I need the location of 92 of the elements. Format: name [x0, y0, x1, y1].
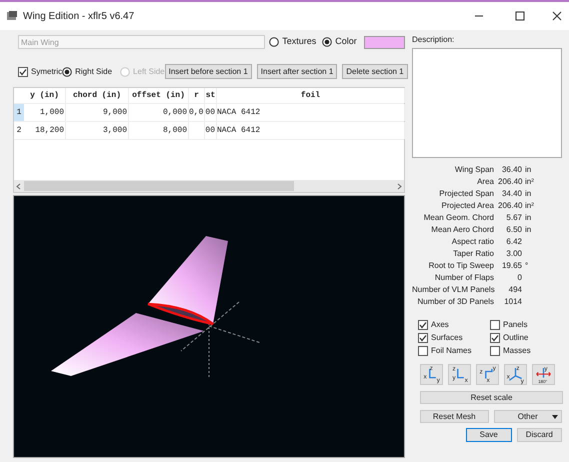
- radio-label: Right Side: [75, 66, 112, 78]
- other-label: Other: [518, 410, 538, 422]
- close-icon[interactable]: [552, 11, 562, 21]
- stat-label: Mean Geom. Chord: [422, 212, 495, 224]
- column-header[interactable]: chord (in): [66, 88, 129, 103]
- checkbox-label: Axes: [431, 320, 449, 330]
- checkbox[interactable]: [418, 346, 428, 356]
- stat-value: 206.40: [498, 176, 522, 188]
- reset-mesh-button[interactable]: Reset Mesh: [420, 410, 488, 423]
- checkbox[interactable]: [490, 346, 500, 356]
- scroll-right-icon[interactable]: [397, 182, 402, 190]
- stat-value: 0: [516, 272, 522, 284]
- column-header[interactable]: r: [189, 88, 205, 103]
- table-cell: NACA 6412: [217, 122, 405, 139]
- radio-label: Textures: [282, 35, 316, 48]
- table-cell: 3,000: [66, 122, 129, 139]
- stat-value: 206.40: [498, 200, 522, 212]
- stat-label: Number of Flaps: [434, 272, 495, 284]
- checkbox-label: Masses: [503, 346, 531, 356]
- stat-unit: in²: [524, 200, 534, 212]
- table-cell: 1,000: [24, 104, 66, 121]
- stat-value: 36.40: [500, 164, 522, 176]
- radio-label: Color: [335, 35, 357, 48]
- stat-label: Projected Area: [440, 200, 495, 212]
- column-header[interactable]: offset (in): [129, 88, 189, 103]
- caret-icon: [552, 414, 558, 418]
- column-header[interactable]: y (in): [24, 88, 66, 103]
- stat-value: 494: [508, 284, 522, 296]
- stat-unit: in: [524, 188, 532, 200]
- table-cell: 00: [205, 104, 217, 121]
- wing-3d-view[interactable]: [13, 195, 405, 458]
- stat-unit: in: [524, 224, 532, 236]
- stat-label: Root to Tip Sweep: [428, 260, 495, 272]
- checkbox-label: Foil Names: [431, 346, 472, 356]
- maximize-icon[interactable]: [515, 11, 525, 21]
- action-button[interactable]: Save: [466, 428, 512, 442]
- checkbox[interactable]: [418, 320, 428, 330]
- stat-value: 6.42: [505, 236, 522, 248]
- stat-label: Wing Span: [454, 164, 495, 176]
- table-cell: 0,0: [189, 104, 205, 121]
- checkbox[interactable]: [490, 333, 500, 343]
- table-cell: 8,000: [129, 122, 189, 139]
- stat-label: Area: [476, 176, 495, 188]
- section-button[interactable]: Insert after section 1: [256, 64, 338, 79]
- checkbox[interactable]: [490, 320, 500, 330]
- row-header[interactable]: 1: [14, 104, 24, 121]
- stat-unit: in: [524, 164, 532, 176]
- reset-scale-button[interactable]: Reset scale: [420, 391, 563, 404]
- description-label: Description:: [412, 35, 456, 45]
- table-cell: 18,200: [24, 122, 66, 139]
- checkbox-label: Outline: [503, 333, 528, 343]
- table-cell: 00: [205, 122, 217, 139]
- row-header[interactable]: 2: [14, 122, 24, 139]
- stat-value: 6.50: [505, 224, 522, 236]
- radio-button[interactable]: [62, 66, 72, 76]
- radio-button[interactable]: [322, 37, 332, 47]
- action-button[interactable]: Discard: [516, 428, 562, 442]
- stat-label: Taper Ratio: [452, 248, 495, 260]
- color-swatch[interactable]: [364, 36, 405, 48]
- app-icon: [6, 10, 18, 22]
- stat-unit: °: [524, 260, 528, 272]
- stat-label: Projected Span: [438, 188, 495, 200]
- stat-label: Aspect ratio: [450, 236, 495, 248]
- checkbox[interactable]: [18, 66, 28, 76]
- stat-label: Mean Aero Chord: [430, 224, 495, 236]
- stat-value: 34.40: [500, 188, 522, 200]
- table-cell: 9,000: [66, 104, 129, 121]
- stat-value: 5.67: [505, 212, 522, 224]
- checkbox[interactable]: [418, 333, 428, 343]
- radio-button[interactable]: [269, 37, 280, 47]
- description-field[interactable]: [412, 48, 562, 158]
- section-button[interactable]: Insert before section 1: [164, 64, 252, 79]
- checkbox-label: Panels: [503, 320, 528, 330]
- checkbox-label: Symetric: [31, 66, 62, 78]
- horizontal-scrollbar[interactable]: [14, 180, 404, 192]
- column-header[interactable]: foil: [217, 88, 405, 103]
- scroll-left-icon[interactable]: [16, 182, 21, 190]
- window-title: Wing Edition - xflr5 v6.47: [23, 10, 134, 24]
- stat-value: 1014: [503, 296, 522, 308]
- checkbox-label: Surfaces: [431, 333, 463, 343]
- stat-label: Number of VLM Panels: [412, 284, 496, 296]
- section-button[interactable]: Delete section 1: [342, 64, 408, 79]
- radio-label: Left Side: [133, 66, 165, 78]
- stat-unit: in²: [524, 176, 534, 188]
- stat-label: Number of 3D Panels: [416, 296, 495, 308]
- table-cell: NACA 6412: [217, 104, 405, 121]
- stat-unit: in: [524, 212, 532, 224]
- stat-value: 19.65: [500, 260, 522, 272]
- other-dropdown[interactable]: Other: [494, 410, 562, 423]
- stat-value: 3.00: [505, 248, 522, 260]
- table-cell: 0,000: [129, 104, 189, 121]
- column-header[interactable]: st: [205, 88, 217, 103]
